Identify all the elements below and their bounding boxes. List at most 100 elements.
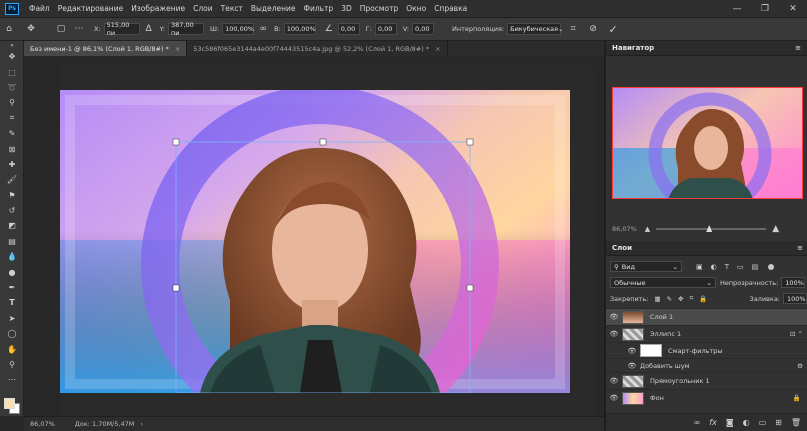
panel-menu-icon[interactable]: ≡	[795, 44, 801, 52]
menu-file[interactable]: Файл	[25, 4, 54, 13]
collapse-icon[interactable]: »	[0, 41, 24, 49]
delta-icon[interactable]: ∆	[142, 22, 156, 36]
blur-tool-icon[interactable]: 💧	[0, 249, 24, 264]
y-input[interactable]: 387,00 пи	[167, 21, 204, 37]
add-mask-icon[interactable]: ◙	[726, 418, 734, 427]
adjustment-layer-icon[interactable]: ◐	[743, 418, 750, 427]
trash-icon[interactable]: 🗑	[791, 418, 801, 427]
healing-brush-tool-icon[interactable]: ✚	[0, 157, 24, 172]
visibility-eye-icon[interactable]: 👁	[606, 377, 622, 385]
filter-toggle[interactable]	[768, 263, 775, 270]
menu-filter[interactable]: Фильтр	[300, 4, 338, 13]
marquee-tool-icon[interactable]: ⬚	[0, 64, 24, 79]
lock-position-icon[interactable]: ✥	[678, 295, 683, 303]
transform-handle[interactable]	[172, 138, 180, 146]
menu-layers[interactable]: Слои	[189, 4, 217, 13]
w-input[interactable]: 100,00%	[222, 23, 255, 35]
transform-handle[interactable]	[466, 138, 474, 146]
foreground-color-swatch[interactable]	[4, 397, 15, 409]
document-canvas[interactable]	[60, 90, 570, 393]
reference-grid-icon[interactable]: ⋯	[72, 22, 86, 36]
ellipse-tool-icon[interactable]: ◯	[0, 326, 24, 341]
color-swatches[interactable]	[0, 392, 23, 422]
x-input[interactable]: 515,00 пи	[103, 21, 140, 37]
menu-edit[interactable]: Редактирование	[54, 4, 127, 13]
tab-document-2[interactable]: 53c586f065e3144a4e00f74443515c4a.jpg @ 5…	[187, 41, 448, 56]
navigator-zoom[interactable]: 86,07%	[612, 225, 637, 233]
more-tools-icon[interactable]: ⋯	[0, 372, 24, 387]
layer-row-ellipse1[interactable]: 👁 Эллипс 1 ⊡ ⌃	[606, 325, 807, 342]
close-icon[interactable]: ×	[175, 45, 180, 53]
menu-view[interactable]: Просмотр	[356, 4, 403, 13]
panel-menu-icon[interactable]: ≡	[797, 244, 803, 252]
menu-help[interactable]: Справка	[430, 4, 471, 13]
move-options-icon[interactable]: ✥	[24, 22, 38, 36]
lock-artboard-icon[interactable]: ⌗	[690, 294, 694, 303]
cancel-transform-icon[interactable]: ⊘	[586, 22, 600, 36]
menu-image[interactable]: Изображение	[127, 4, 189, 13]
menu-text[interactable]: Текст	[217, 4, 247, 13]
eraser-tool-icon[interactable]: ◩	[0, 218, 24, 233]
close-button[interactable]: ✕	[779, 0, 807, 18]
new-group-icon[interactable]: ▭	[759, 418, 767, 427]
transform-handle[interactable]	[172, 284, 180, 292]
h-input[interactable]: 100,00%	[283, 23, 316, 35]
link-icon[interactable]: ∞	[256, 22, 270, 36]
filter-type-icon[interactable]: T	[725, 263, 729, 271]
layer-row-add-noise[interactable]: 👁 Добавить шум ⚙	[606, 358, 807, 372]
zoom-slider[interactable]	[656, 225, 767, 232]
commit-transform-icon[interactable]: ✓	[606, 22, 620, 36]
lasso-tool-icon[interactable]: ➰	[0, 80, 24, 95]
tab-document-1[interactable]: Без имени-1 @ 86,1% (Слой 1, RGB/8#) * ×	[24, 41, 188, 56]
pen-tool-icon[interactable]: ✒	[0, 280, 24, 295]
type-tool-icon[interactable]: T	[0, 295, 24, 310]
layer-row-background[interactable]: 👁 Фон 🔒	[606, 389, 807, 406]
dodge-tool-icon[interactable]: ●	[0, 264, 24, 279]
filter-adjust-icon[interactable]: ◐	[711, 263, 717, 271]
h-skew-input[interactable]: 0,00	[374, 23, 397, 35]
warp-icon[interactable]: ⌗	[566, 22, 580, 36]
status-menu-arrow[interactable]: ›	[140, 420, 143, 428]
history-brush-tool-icon[interactable]: ↺	[0, 203, 24, 218]
brush-tool-icon[interactable]: 🖌	[0, 172, 24, 187]
navigator-preview[interactable]	[612, 87, 803, 199]
filter-shape-icon[interactable]: ▭	[737, 263, 744, 271]
menu-window[interactable]: Окно	[402, 4, 430, 13]
visibility-eye-icon[interactable]: 👁	[624, 362, 640, 370]
visibility-eye-icon[interactable]: 👁	[606, 330, 622, 338]
zoom-in-icon[interactable]: ▲	[772, 224, 779, 234]
new-layer-icon[interactable]: ⊞	[775, 418, 782, 427]
clone-stamp-tool-icon[interactable]: ⚑	[0, 188, 24, 203]
blend-mode-select[interactable]: Обычные ⌄	[610, 277, 716, 288]
frame-tool-icon[interactable]: ⊠	[0, 141, 24, 156]
layer-filter-select[interactable]: ⚲ Вид ⌄	[610, 261, 682, 272]
zoom-level[interactable]: 86,07%	[30, 420, 55, 428]
zoom-out-icon[interactable]: ▲	[645, 225, 650, 233]
maximize-button[interactable]: ❐	[751, 0, 779, 18]
link-layers-icon[interactable]: ∞	[694, 418, 701, 427]
menu-3d[interactable]: 3D	[337, 4, 356, 13]
slider-handle[interactable]	[706, 225, 713, 232]
lock-all-icon[interactable]: 🔒	[699, 295, 707, 303]
lock-image-icon[interactable]: ✎	[667, 295, 672, 303]
zoom-tool-icon[interactable]: ⚲	[0, 357, 24, 372]
v-skew-input[interactable]: 0,00	[412, 23, 435, 35]
layer-row-sloy1[interactable]: 👁 Слой 1	[606, 308, 807, 325]
photoshop-logo[interactable]: Ps	[5, 2, 19, 15]
visibility-eye-icon[interactable]: 👁	[624, 347, 640, 355]
move-tool-icon[interactable]: ✥	[0, 49, 24, 64]
fill-input[interactable]: 100%	[783, 293, 807, 304]
navigator-tab[interactable]: Навигатор ≡	[606, 41, 807, 56]
filter-smart-icon[interactable]: ▤	[752, 263, 759, 271]
opacity-input[interactable]: 100%	[781, 277, 806, 288]
path-selection-tool-icon[interactable]: ➤	[0, 311, 24, 326]
gradient-tool-icon[interactable]: ▤	[0, 234, 24, 249]
angle-input[interactable]: 0,00	[337, 23, 360, 35]
crop-tool-icon[interactable]: ⌗	[0, 111, 24, 126]
minimize-button[interactable]: —	[723, 0, 751, 18]
reference-point-icon[interactable]: ▢	[54, 22, 68, 36]
layer-row-rectangle1[interactable]: 👁 Прямоугольник 1	[606, 372, 807, 389]
close-icon[interactable]: ×	[435, 45, 440, 53]
visibility-eye-icon[interactable]: 👁	[606, 313, 622, 321]
visibility-eye-icon[interactable]: 👁	[606, 394, 622, 402]
